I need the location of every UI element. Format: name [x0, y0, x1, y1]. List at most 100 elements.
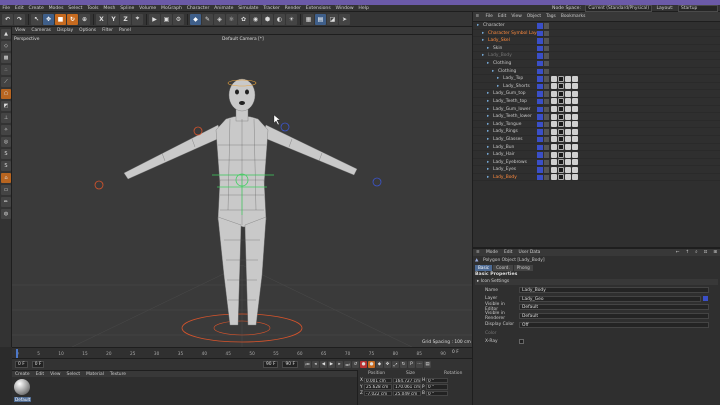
object-tag-icon[interactable] — [572, 174, 578, 181]
object-name[interactable]: Lady_Body — [488, 52, 512, 60]
menu-animate[interactable]: Animate — [212, 5, 236, 12]
menu-file[interactable]: File — [0, 5, 12, 12]
preview-end-field[interactable]: 90 F — [282, 361, 298, 368]
play-icon[interactable]: ▶ — [328, 361, 335, 368]
object-tag-icon[interactable] — [572, 166, 578, 173]
visibility-dot-icon[interactable] — [537, 121, 543, 128]
previous-key-icon[interactable]: ◂ — [312, 361, 319, 368]
object-row[interactable]: ▸ Lady_Eyebrows — [473, 159, 720, 167]
tweak-mode-icon[interactable]: ✧ — [1, 125, 11, 135]
object-row[interactable]: ▸ Lady_Shorts — [473, 83, 720, 91]
keyframe-selection-icon[interactable]: ◆ — [376, 361, 383, 368]
position-key-icon[interactable]: ✥ — [384, 361, 391, 368]
scene-icon[interactable]: ⬢ — [262, 13, 273, 25]
layout-select[interactable]: Startup — [678, 4, 718, 12]
object-tag-icon[interactable] — [551, 159, 557, 166]
object-name[interactable]: Lady_Bun — [493, 144, 514, 152]
object-name[interactable]: Lady_Glasses — [493, 136, 523, 144]
visibility-dot-icon[interactable] — [543, 159, 549, 166]
3d-viewport[interactable]: Perspective Default Camera [*] Grid Spac… — [12, 35, 472, 347]
object-tag-icon[interactable] — [558, 75, 564, 82]
object-row[interactable]: ▸ Lady_Body — [473, 174, 720, 182]
menu-window[interactable]: Window — [333, 5, 356, 12]
object-tag-icon[interactable] — [565, 90, 571, 97]
scale-key-icon[interactable]: ⤢ — [392, 361, 399, 368]
object-row[interactable]: ▸ Lady_Gum_top — [473, 90, 720, 98]
visibility-dot-icon[interactable] — [543, 83, 549, 90]
object-name[interactable]: Clothing — [493, 60, 511, 68]
visibility-dot-icon[interactable] — [537, 83, 543, 90]
visibility-dot-icon[interactable] — [537, 144, 543, 150]
model-mode-icon[interactable]: ◇ — [1, 41, 11, 51]
object-tag-icon[interactable] — [572, 83, 578, 90]
edges-mode-icon[interactable]: ⟋ — [1, 77, 11, 87]
menu-select[interactable]: Select — [66, 5, 85, 12]
record-icon[interactable]: ● — [360, 361, 367, 368]
layer-field[interactable]: Lady_Geo — [519, 295, 701, 302]
visibility-dot-icon[interactable] — [537, 23, 543, 29]
object-tag-icon[interactable] — [572, 90, 578, 97]
visibility-dot-icon[interactable] — [537, 76, 543, 82]
rotation-h-field[interactable]: 0 ° — [426, 377, 448, 383]
object-tag-icon[interactable] — [565, 159, 571, 166]
coordinate-system-icon[interactable]: ⌖ — [132, 13, 143, 25]
menu-mesh[interactable]: Mesh — [101, 5, 118, 12]
live-selection-icon[interactable]: ↖ — [31, 13, 42, 25]
visibility-dot-icon[interactable] — [543, 91, 549, 97]
pen-icon[interactable]: ✎ — [202, 13, 213, 25]
object-tag-icon[interactable] — [558, 159, 564, 166]
visibility-dot-icon[interactable] — [537, 98, 543, 105]
object-tag-icon[interactable] — [551, 90, 557, 97]
visibility-dot-icon[interactable] — [537, 30, 543, 37]
object-tag-icon[interactable] — [565, 75, 571, 82]
visibility-dot-icon[interactable] — [543, 98, 549, 105]
visibility-dot-icon[interactable] — [537, 174, 543, 181]
cursor-icon[interactable]: ➤ — [339, 13, 350, 25]
object-tag-icon[interactable] — [551, 83, 557, 90]
visibility-dot-icon[interactable] — [543, 144, 549, 150]
visibility-dot-icon[interactable] — [537, 152, 543, 158]
render-view-icon[interactable]: ▶ — [149, 13, 160, 25]
visibility-dot-icon[interactable] — [543, 68, 549, 75]
menu-spline[interactable]: Spline — [118, 5, 137, 12]
visibility-dot-icon[interactable] — [543, 106, 549, 113]
object-menu-view[interactable]: View — [509, 12, 524, 22]
visibility-dot-icon[interactable] — [543, 129, 549, 135]
object-row[interactable]: ▸ Lady_Top — [473, 75, 720, 83]
planar-workplane-icon[interactable]: ▭ — [1, 185, 11, 195]
object-name[interactable]: Lady_Eyebrows — [493, 159, 527, 167]
object-tag-icon[interactable] — [551, 106, 557, 113]
object-tag-icon[interactable] — [558, 151, 564, 158]
object-tag-icon[interactable] — [558, 136, 564, 143]
object-menu-file[interactable]: File — [483, 12, 495, 22]
object-name[interactable]: Lady_Hair — [493, 151, 515, 159]
viewport-menu-panel[interactable]: Panel — [116, 27, 134, 35]
object-tag-icon[interactable] — [551, 98, 557, 105]
menu-extensions[interactable]: Extensions — [303, 5, 333, 12]
object-tag-icon[interactable] — [551, 75, 557, 82]
texture-mode-icon[interactable]: ▩ — [1, 53, 11, 63]
menu-modes[interactable]: Modes — [46, 5, 66, 12]
visibility-dot-icon[interactable] — [543, 45, 549, 52]
object-name[interactable]: Lady_Top — [503, 75, 523, 83]
object-tag-icon[interactable] — [551, 121, 557, 128]
visible-in-renderer-select[interactable]: Default — [519, 313, 709, 320]
object-row[interactable]: ▸ Lady_Tongue — [473, 121, 720, 129]
object-tag-icon[interactable] — [572, 121, 578, 128]
visibility-dot-icon[interactable] — [543, 152, 549, 158]
object-tag-icon[interactable] — [572, 151, 578, 158]
object-tag-icon[interactable] — [565, 136, 571, 143]
object-name[interactable]: Lady_Gum_lower — [493, 106, 530, 114]
points-mode-icon[interactable]: ∴ — [1, 65, 11, 75]
parameter-key-icon[interactable]: P — [408, 361, 415, 368]
rotation-b-field[interactable]: 0 ° — [426, 390, 448, 396]
size-x-field[interactable]: 164.727 cm — [393, 377, 421, 383]
light-icon[interactable]: ☀ — [286, 13, 297, 25]
snapping-icon[interactable]: S — [1, 149, 11, 159]
object-tag-icon[interactable] — [572, 128, 578, 135]
node-space-select[interactable]: Current (Standard/Physical) — [585, 4, 653, 12]
point-level-key-icon[interactable]: ⋯ — [416, 361, 423, 368]
lock-workplane-icon[interactable]: ⌂ — [1, 173, 11, 183]
visibility-dot-icon[interactable] — [543, 136, 549, 143]
object-row[interactable]: ▸ Lady_Eyes — [473, 166, 720, 174]
